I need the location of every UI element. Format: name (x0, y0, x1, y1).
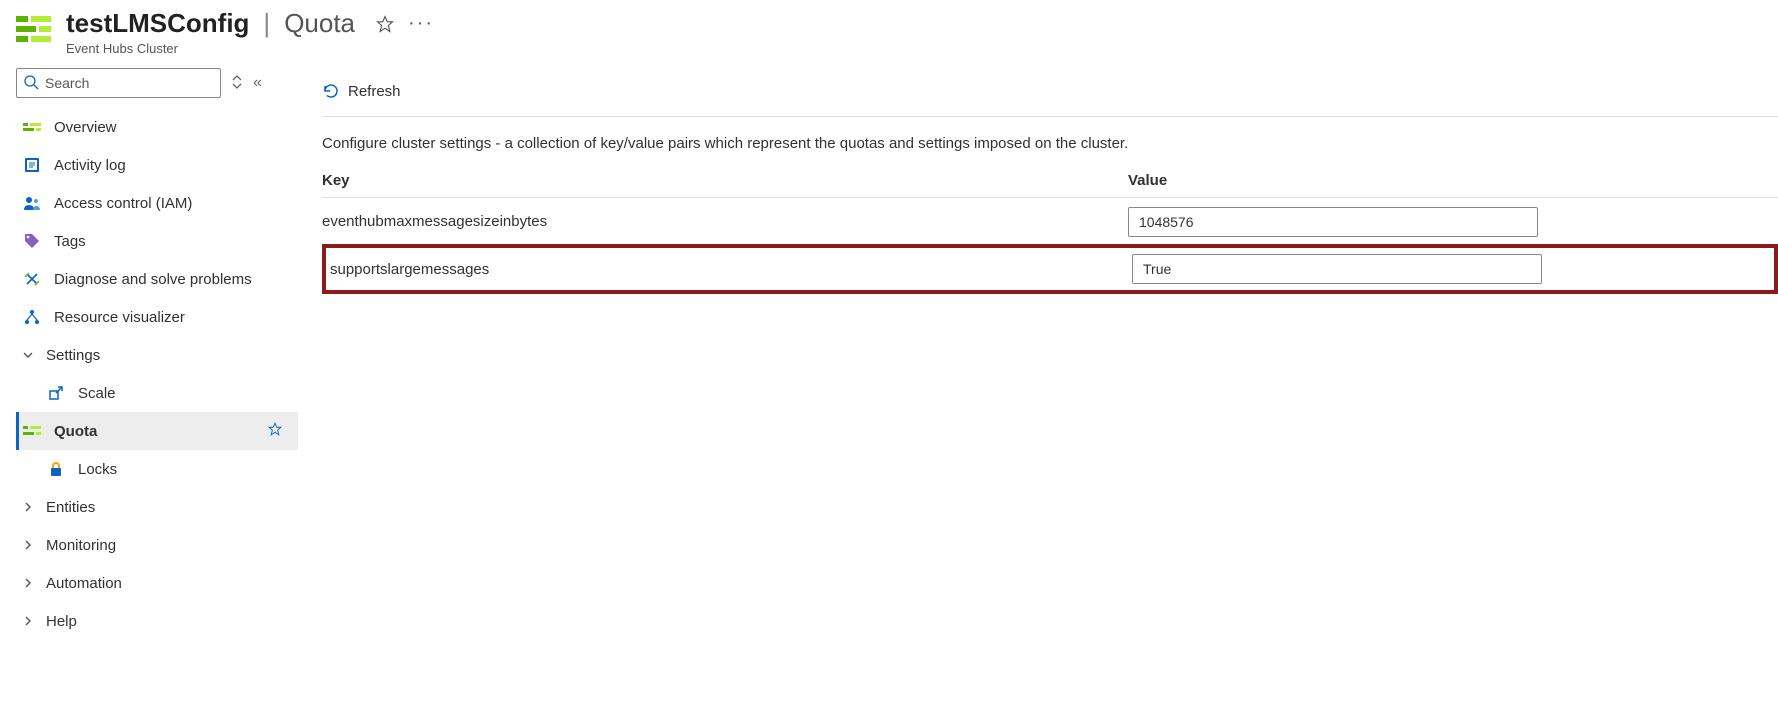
access-control-icon (22, 195, 42, 211)
quota-icon (22, 424, 42, 438)
sidebar-group-automation[interactable]: Automation (16, 564, 298, 602)
scale-icon (46, 385, 66, 401)
sidebar-item-scale[interactable]: Scale (16, 374, 298, 412)
description-text: Configure cluster settings - a collectio… (322, 135, 1778, 152)
overview-icon (22, 120, 42, 134)
kv-key: eventhubmaxmessagesizeinbytes (322, 213, 1128, 230)
chevron-right-icon (20, 577, 36, 589)
sidebar-item-tags[interactable]: Tags (16, 222, 298, 260)
kv-value-input[interactable] (1132, 254, 1542, 284)
sidebar-item-activity-log[interactable]: Activity log (16, 146, 298, 184)
tags-icon (22, 233, 42, 249)
sidebar-group-label: Settings (46, 347, 100, 364)
chevron-right-icon (20, 539, 36, 551)
sort-toggle-icon[interactable] (231, 74, 243, 93)
sidebar-item-label: Resource visualizer (54, 309, 185, 326)
table-row: eventhubmaxmessagesizeinbytes (322, 198, 1778, 246)
resource-visualizer-icon (22, 309, 42, 325)
favorite-star-icon[interactable] (373, 12, 397, 36)
sidebar: « Overview Activity log Access control (… (0, 68, 300, 726)
sidebar-item-label: Activity log (54, 157, 126, 174)
sidebar-group-label: Monitoring (46, 537, 116, 554)
sidebar-item-diagnose[interactable]: Diagnose and solve problems (16, 260, 298, 298)
sidebar-item-label: Diagnose and solve problems (54, 271, 252, 288)
kv-key: supportslargemessages (330, 261, 1132, 278)
page-header: testLMSConfig | Quota ··· Event Hubs Clu… (0, 0, 1778, 68)
sidebar-item-label: Overview (54, 119, 117, 136)
diagnose-icon (22, 271, 42, 287)
sidebar-item-locks[interactable]: Locks (16, 450, 298, 488)
sidebar-group-settings[interactable]: Settings (16, 336, 298, 374)
sidebar-item-label: Locks (78, 461, 117, 478)
resource-name: testLMSConfig (66, 8, 249, 39)
sidebar-item-label: Quota (54, 423, 97, 440)
collapse-sidebar-icon[interactable]: « (253, 74, 258, 92)
resource-icon (16, 8, 52, 44)
sidebar-item-access-control[interactable]: Access control (IAM) (16, 184, 298, 222)
sidebar-group-monitoring[interactable]: Monitoring (16, 526, 298, 564)
sidebar-item-label: Scale (78, 385, 116, 402)
resource-type: Event Hubs Cluster (66, 41, 433, 56)
sidebar-item-label: Tags (54, 233, 86, 250)
activity-log-icon (22, 157, 42, 173)
main-content: Refresh Configure cluster settings - a c… (300, 68, 1778, 726)
refresh-icon (322, 82, 340, 100)
sidebar-group-label: Entities (46, 499, 95, 516)
refresh-button[interactable]: Refresh (322, 82, 401, 100)
toolbar: Refresh (322, 82, 1778, 117)
sidebar-group-entities[interactable]: Entities (16, 488, 298, 526)
kv-value-input[interactable] (1128, 207, 1538, 237)
title-separator: | (263, 8, 270, 39)
refresh-label: Refresh (348, 83, 401, 100)
sidebar-item-resource-visualizer[interactable]: Resource visualizer (16, 298, 298, 336)
column-header-key: Key (322, 172, 1128, 189)
highlighted-row: supportslargemessages (322, 244, 1778, 294)
search-input[interactable] (16, 68, 221, 98)
sidebar-item-quota[interactable]: Quota (16, 412, 298, 450)
page-title: Quota (284, 8, 355, 39)
sidebar-group-label: Help (46, 613, 77, 630)
table-row: supportslargemessages (326, 248, 1774, 290)
chevron-right-icon (20, 615, 36, 627)
favorite-star-icon[interactable] (268, 422, 292, 441)
more-actions-icon[interactable]: ··· (409, 12, 433, 36)
sidebar-group-help[interactable]: Help (16, 602, 298, 640)
kv-header: Key Value (322, 172, 1778, 198)
search-icon (23, 74, 39, 93)
sidebar-group-label: Automation (46, 575, 122, 592)
sidebar-item-overview[interactable]: Overview (16, 108, 298, 146)
sidebar-item-label: Access control (IAM) (54, 195, 192, 212)
chevron-down-icon (20, 349, 36, 361)
column-header-value: Value (1128, 172, 1778, 189)
chevron-right-icon (20, 501, 36, 513)
locks-icon (46, 461, 66, 477)
